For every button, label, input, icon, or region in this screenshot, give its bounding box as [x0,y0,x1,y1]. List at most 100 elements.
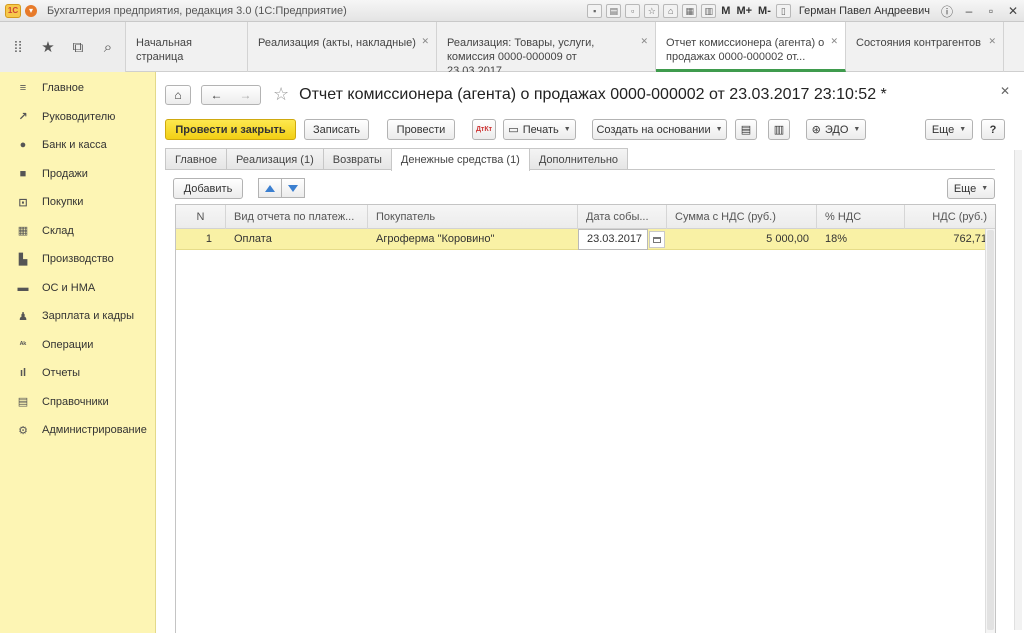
create-based-on-button[interactable]: Создать на основании ▼ [592,119,727,140]
edo-label: ЭДО [824,123,849,136]
tab-sales-doc[interactable]: Реализация: Товары, услуги, комиссия 000… [437,22,656,77]
open-windows-tabstrip: ⁞⁞ ★ ⧉ ⌕ Начальная страница Реализация (… [0,22,1024,77]
close-window-button[interactable]: ✕ [1002,4,1024,18]
cell-vat-rate[interactable]: 18% [817,229,905,250]
sidebar-item-label: Склад [42,224,74,237]
sidebar-item-main[interactable]: ≡ Главное [0,74,155,103]
move-up-button[interactable] [258,178,282,198]
column-header-n[interactable]: N [176,205,226,229]
table-more-button[interactable]: Еще ▼ [947,178,995,199]
forward-arrow-icon[interactable]: → [240,88,252,102]
dt-kt-icon: ᴬᵏ [19,340,27,350]
column-header-vat[interactable]: НДС (руб.) [905,205,995,229]
tab-commission-report[interactable]: Отчет комиссионера (агента) о продажах 0… [656,22,846,72]
back-arrow-icon[interactable]: ← [211,88,223,102]
sidebar-item-admin[interactable]: ⚙ Администрирование [0,416,155,445]
sidebar-item-sales[interactable]: ■ Продажи [0,160,155,189]
sidebar-item-operations[interactable]: ᴬᵏ Операции [0,331,155,360]
save-icon[interactable]: ▪ [587,4,603,18]
close-tab-icon[interactable]: ✕ [640,34,648,48]
table-row[interactable]: 1 Оплата Агроферма "Коровино" 23.03.2017… [176,229,995,250]
favorite-star-icon[interactable]: ☆ [273,84,289,105]
subtab-sales[interactable]: Реализация (1) [226,148,324,170]
restore-button[interactable]: ▫ [980,4,1002,18]
cell-sum[interactable]: 5 000,00 [667,229,817,250]
info-icon[interactable]: ⓘ [936,3,958,20]
sidebar-item-directories[interactable]: ▤ Справочники [0,388,155,417]
tab-counterparty-states[interactable]: Состояния контрагентов ✕ [846,22,1004,72]
table-scrollbar[interactable] [985,229,995,633]
column-header-sum[interactable]: Сумма с НДС (руб.) [667,205,817,229]
main-menu-icon[interactable]: ▾ [25,4,37,17]
current-user[interactable]: Герман Павел Андреевич [799,5,930,17]
calendar-icon[interactable]: ▥ [701,4,717,18]
cell-buyer[interactable]: Агроферма "Коровино" [368,229,536,250]
column-header-vat-rate[interactable]: % НДС [817,205,905,229]
layout-icon[interactable]: ▯ [775,4,791,18]
column-header-kind[interactable]: Вид отчета по платеж... [226,205,368,229]
minimize-button[interactable]: – [958,4,980,18]
memory-minus-button[interactable]: M- [758,5,771,17]
sidebar-item-label: ОС и НМА [42,281,96,294]
history-icon[interactable]: ⧉ [70,39,86,56]
close-tab-icon[interactable]: ✕ [830,34,838,48]
list-icon-button[interactable]: ▥ [768,119,790,140]
sidebar-item-production[interactable]: ▙ Производство [0,245,155,274]
more-button[interactable]: Еще ▼ [925,119,973,140]
home-button[interactable]: ⌂ [165,84,191,105]
column-header-date[interactable]: Дата собы... [578,205,667,229]
dt-kt-button[interactable]: ДтКт [472,119,496,140]
cell-vat[interactable]: 762,71 [905,229,995,250]
link-icon[interactable]: ⌂ [663,4,679,18]
memory-m-button[interactable]: M [721,5,730,17]
sidebar-item-manager[interactable]: ↗ Руководителю [0,103,155,132]
subtab-returns[interactable]: Возвраты [322,148,392,170]
form-scrollbar[interactable] [1014,150,1022,630]
sidebar-item-label: Отчеты [42,367,81,380]
column-header-buyer[interactable]: Покупатель [368,205,578,229]
edo-button[interactable]: ⊛ ЭДО ▼ [806,119,866,140]
sidebar-item-label: Покупки [42,196,84,209]
sidebar-item-purchases[interactable]: ⊡ Покупки [0,188,155,217]
tab-label: Начальная страница [136,37,192,63]
move-down-button[interactable] [281,178,305,198]
subtab-additional[interactable]: Дополнительно [528,148,629,170]
sidebar-item-label: Зарплата и кадры [42,310,135,323]
sidebar-item-salary[interactable]: ♟ Зарплата и кадры [0,302,155,331]
scrollbar-thumb[interactable] [987,230,994,630]
save-button[interactable]: Записать [304,119,369,140]
print-icon[interactable]: ▤ [606,4,622,18]
form-toolbar: Провести и закрыть Записать Провести ДтК… [165,119,1005,141]
calendar-picker-button[interactable] [649,231,665,248]
caret-down-icon: ▼ [959,126,967,133]
cell-kind[interactable]: Оплата [226,229,368,250]
sidebar-item-fixed-assets[interactable]: ▬ ОС и НМА [0,274,155,303]
preview-icon[interactable]: ▫ [625,4,641,18]
tab-sales-list[interactable]: Реализация (акты, накладные) ✕ [248,22,437,72]
subtab-divider [165,169,995,170]
subtab-cash[interactable]: Денежные средства (1) [390,148,530,171]
search-icon[interactable]: ⌕ [100,39,116,56]
sidebar-item-warehouse[interactable]: ▦ Склад [0,217,155,246]
sidebar-item-label: Администрирование [42,424,147,437]
coin-icon: ● [19,139,27,152]
memory-plus-button[interactable]: M+ [736,5,752,17]
star-icon[interactable]: ☆ [644,4,660,18]
sidebar-item-bank[interactable]: ● Банк и касса [0,131,155,160]
close-form-icon[interactable]: ✕ [1000,84,1010,98]
close-tab-icon[interactable]: ✕ [421,34,429,48]
help-button[interactable]: ? [981,119,1005,140]
subtab-main[interactable]: Главное [165,148,228,170]
date-input[interactable]: 23.03.2017 [578,229,648,250]
sidebar-item-reports[interactable]: ıl Отчеты [0,359,155,388]
calculator-icon[interactable]: ▦ [682,4,698,18]
add-row-button[interactable]: Добавить [173,178,243,199]
tab-home[interactable]: Начальная страница [126,22,248,72]
print-button[interactable]: ▭ Печать ▼ [503,119,576,140]
favorites-star-icon[interactable]: ★ [40,38,56,56]
apps-grid-icon[interactable]: ⁞⁞ [10,39,26,56]
document-icon-button[interactable]: ▤ [735,119,757,140]
close-tab-icon[interactable]: ✕ [988,34,996,48]
post-button[interactable]: Провести [387,119,455,140]
post-and-close-button[interactable]: Провести и закрыть [165,119,296,140]
